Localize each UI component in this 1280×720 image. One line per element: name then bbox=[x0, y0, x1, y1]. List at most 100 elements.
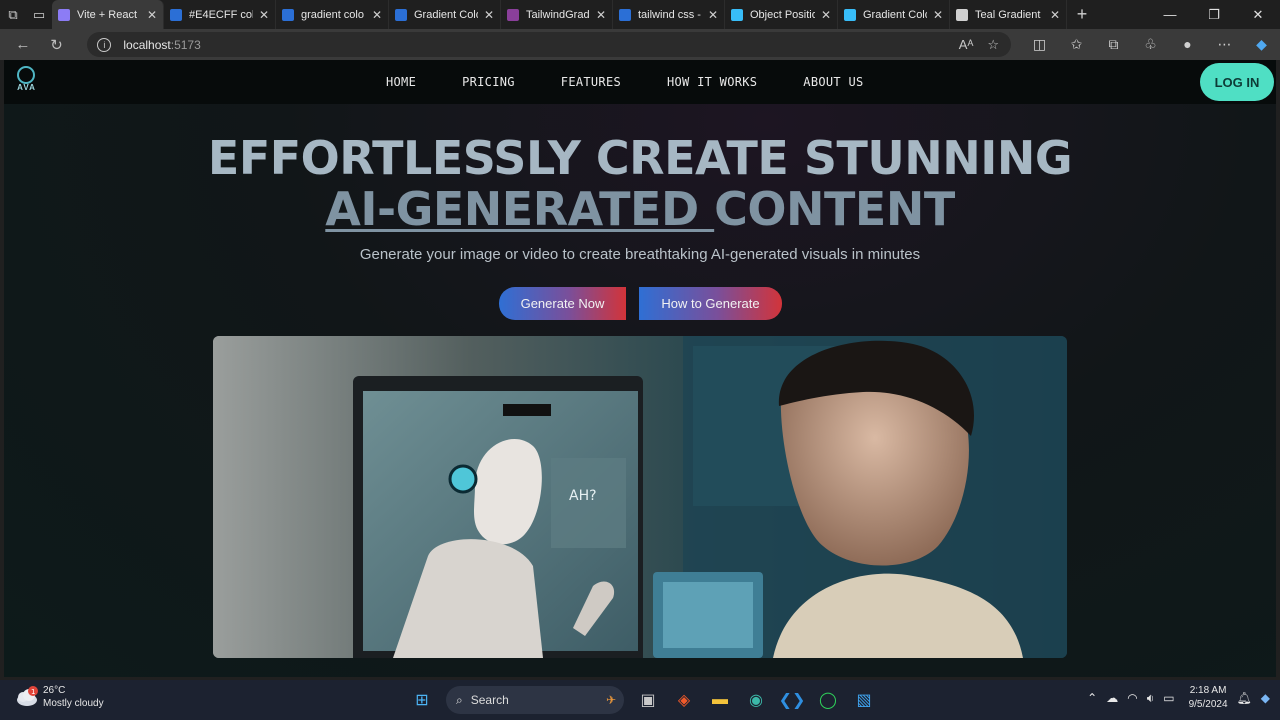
search-icon bbox=[170, 8, 182, 21]
nav-home[interactable]: HOME bbox=[386, 75, 416, 89]
site-header: AVA HOME PRICING FEATURES HOW IT WORKS A… bbox=[4, 60, 1276, 104]
hero-title-rest: CONTENT bbox=[714, 182, 955, 236]
url-actions: Aᴬ ☆ bbox=[959, 37, 1011, 53]
login-button[interactable]: LOG IN bbox=[1200, 63, 1274, 101]
site-logo[interactable]: AVA bbox=[14, 66, 39, 94]
minimize-icon[interactable]: — bbox=[1148, 0, 1192, 29]
tab-title: Vite + React bbox=[77, 8, 138, 21]
notifications-bell-icon[interactable]: 🔔︎ bbox=[1237, 691, 1252, 705]
maximize-icon[interactable]: ❐ bbox=[1192, 0, 1236, 29]
search-icon bbox=[619, 8, 631, 21]
tab-title: TailwindGradie bbox=[526, 8, 590, 21]
browser-tab[interactable]: Object Positio ✕ bbox=[725, 0, 838, 29]
search-icon bbox=[395, 8, 407, 21]
browser-tab[interactable]: #E4ECFF colo ✕ bbox=[164, 0, 276, 29]
chatgpt-icon bbox=[956, 8, 968, 21]
tailwind-icon bbox=[731, 8, 743, 21]
close-tab-icon[interactable]: ✕ bbox=[259, 8, 269, 22]
close-tab-icon[interactable]: ✕ bbox=[933, 8, 943, 22]
browser-tab[interactable]: Teal Gradient ✕ bbox=[950, 0, 1067, 29]
close-tab-icon[interactable]: ✕ bbox=[708, 8, 718, 22]
browser-tab[interactable]: gradient colo ✕ bbox=[276, 0, 389, 29]
favorites-icon[interactable]: ✩ bbox=[1058, 36, 1095, 53]
close-tab-icon[interactable]: ✕ bbox=[821, 8, 831, 22]
browser-tab[interactable]: TailwindGradie ✕ bbox=[501, 0, 613, 29]
whatsapp-icon[interactable]: ◯ bbox=[810, 684, 846, 716]
browser-tab-bar: ⧉ ▭ Vite + React✕#E4ECFF colo✕gradient c… bbox=[0, 0, 1280, 29]
hero-title-line-2: AI-GENERATED CONTENT bbox=[4, 184, 1276, 234]
volume-icon[interactable]: 🔉︎ bbox=[1147, 691, 1155, 706]
tab-title: Object Positio bbox=[750, 8, 815, 21]
file-explorer-icon[interactable]: ▬ bbox=[702, 684, 738, 716]
more-options-icon[interactable]: ⋯ bbox=[1206, 36, 1243, 53]
weather-widget[interactable]: 1 26°C Mostly cloudy bbox=[14, 684, 104, 710]
close-tab-icon[interactable]: ✕ bbox=[1050, 8, 1060, 22]
copilot-taskbar-icon[interactable]: ◆ bbox=[1261, 691, 1270, 705]
clock[interactable]: 2:18 AM 9/5/2024 bbox=[1189, 684, 1228, 712]
how-to-generate-button[interactable]: How to Generate bbox=[639, 287, 782, 320]
vite-icon bbox=[58, 8, 70, 21]
tailwind-gradient-icon bbox=[507, 8, 519, 21]
battery-icon[interactable]: ▭ bbox=[1163, 691, 1174, 705]
brave-browser-icon[interactable]: ◈ bbox=[666, 684, 702, 716]
extensions-icon[interactable]: ♧ bbox=[1132, 36, 1169, 53]
taskbar-center: ⊞ ⌕ Search ✈ ▣ ◈ ▬ ◉ ❮❯ ◯ ▧ bbox=[404, 684, 882, 716]
close-tab-icon[interactable]: ✕ bbox=[372, 8, 382, 22]
edge-browser-icon[interactable]: ◉ bbox=[738, 684, 774, 716]
vscode-icon[interactable]: ❮❯ bbox=[774, 684, 810, 716]
generate-now-button[interactable]: Generate Now bbox=[499, 287, 626, 320]
store-icon[interactable]: ▧ bbox=[846, 684, 882, 716]
close-tab-icon[interactable]: ✕ bbox=[147, 8, 157, 22]
tab-actions-icon[interactable]: ▭ bbox=[26, 0, 52, 29]
weather-condition: Mostly cloudy bbox=[43, 698, 104, 709]
address-bar-row: ← ↻ i localhost:5173 Aᴬ ☆ ◫ ✩ ⧉ ♧ ● ⋯ ◆ bbox=[0, 29, 1280, 60]
hero-illustration: AH? bbox=[213, 336, 1067, 658]
nav-pricing[interactable]: PRICING bbox=[462, 75, 515, 89]
back-icon[interactable]: ← bbox=[6, 29, 40, 60]
browser-tab[interactable]: tailwind css - ✕ bbox=[613, 0, 725, 29]
taskbar-search[interactable]: ⌕ Search ✈ bbox=[446, 686, 624, 714]
read-aloud-icon[interactable]: Aᴬ bbox=[959, 37, 974, 53]
browser-tab[interactable]: Gradient Colo ✕ bbox=[389, 0, 501, 29]
refresh-icon[interactable]: ↻ bbox=[40, 29, 74, 60]
nav-how-it-works[interactable]: HOW IT WORKS bbox=[667, 75, 757, 89]
screen-text: AH? bbox=[569, 488, 597, 504]
browser-toolbar: ◫ ✩ ⧉ ♧ ● ⋯ ◆ bbox=[1021, 36, 1280, 53]
favorite-star-icon[interactable]: ☆ bbox=[987, 37, 999, 53]
close-window-icon[interactable]: ✕ bbox=[1236, 0, 1280, 29]
url-field[interactable]: i localhost:5173 Aᴬ ☆ bbox=[87, 32, 1011, 57]
close-tab-icon[interactable]: ✕ bbox=[484, 8, 494, 22]
task-view-icon[interactable]: ▣ bbox=[630, 684, 666, 716]
tab-title: Gradient Colo bbox=[414, 8, 478, 21]
tab-strip: Vite + React ✕ #E4ECFF colo ✕ gradient colo ✕… bbox=[52, 0, 1067, 29]
copilot-icon[interactable]: ◆ bbox=[1243, 36, 1280, 53]
hero-title-underlined: AI-GENERATED bbox=[325, 182, 715, 236]
site-info-icon[interactable]: i bbox=[97, 37, 112, 52]
collections-icon[interactable]: ⧉ bbox=[1095, 36, 1132, 53]
clock-time: 2:18 AM bbox=[1189, 685, 1227, 696]
wifi-icon[interactable]: ◠ bbox=[1127, 691, 1137, 705]
close-tab-icon[interactable]: ✕ bbox=[596, 8, 606, 22]
window-controls: — ❐ ✕ bbox=[1148, 0, 1280, 29]
hero-image: AH? bbox=[213, 336, 1067, 658]
new-tab-button[interactable]: + bbox=[1067, 0, 1097, 29]
cloud-icon: 1 bbox=[14, 686, 38, 708]
nav-features[interactable]: FEATURES bbox=[561, 75, 621, 89]
onedrive-cloud-icon[interactable]: ☁ bbox=[1106, 691, 1118, 705]
page-viewport: AVA HOME PRICING FEATURES HOW IT WORKS A… bbox=[4, 60, 1276, 677]
split-screen-icon[interactable]: ◫ bbox=[1021, 36, 1058, 53]
weather-temperature: 26°C bbox=[43, 685, 66, 696]
show-hidden-icons-icon[interactable]: ⌃ bbox=[1087, 691, 1097, 705]
profile-avatar-icon[interactable]: ● bbox=[1169, 36, 1206, 53]
system-tray: ⌃ ☁ ◠ 🔉︎ ▭ 2:18 AM 9/5/2024 🔔︎ ◆ bbox=[1078, 684, 1270, 712]
browser-tab[interactable]: Vite + React ✕ bbox=[52, 0, 164, 29]
search-icon bbox=[282, 8, 294, 21]
start-icon[interactable]: ⊞ bbox=[404, 684, 440, 716]
search-label: Search bbox=[470, 693, 509, 707]
browser-tab[interactable]: Gradient Colo ✕ bbox=[838, 0, 950, 29]
nav-about-us[interactable]: ABOUT US bbox=[803, 75, 863, 89]
url-port: :5173 bbox=[170, 37, 201, 52]
workspaces-icon[interactable]: ⧉ bbox=[0, 0, 26, 29]
tab-title: gradient colo bbox=[301, 8, 364, 21]
hero-subtitle: Generate your image or video to create b… bbox=[359, 246, 921, 263]
